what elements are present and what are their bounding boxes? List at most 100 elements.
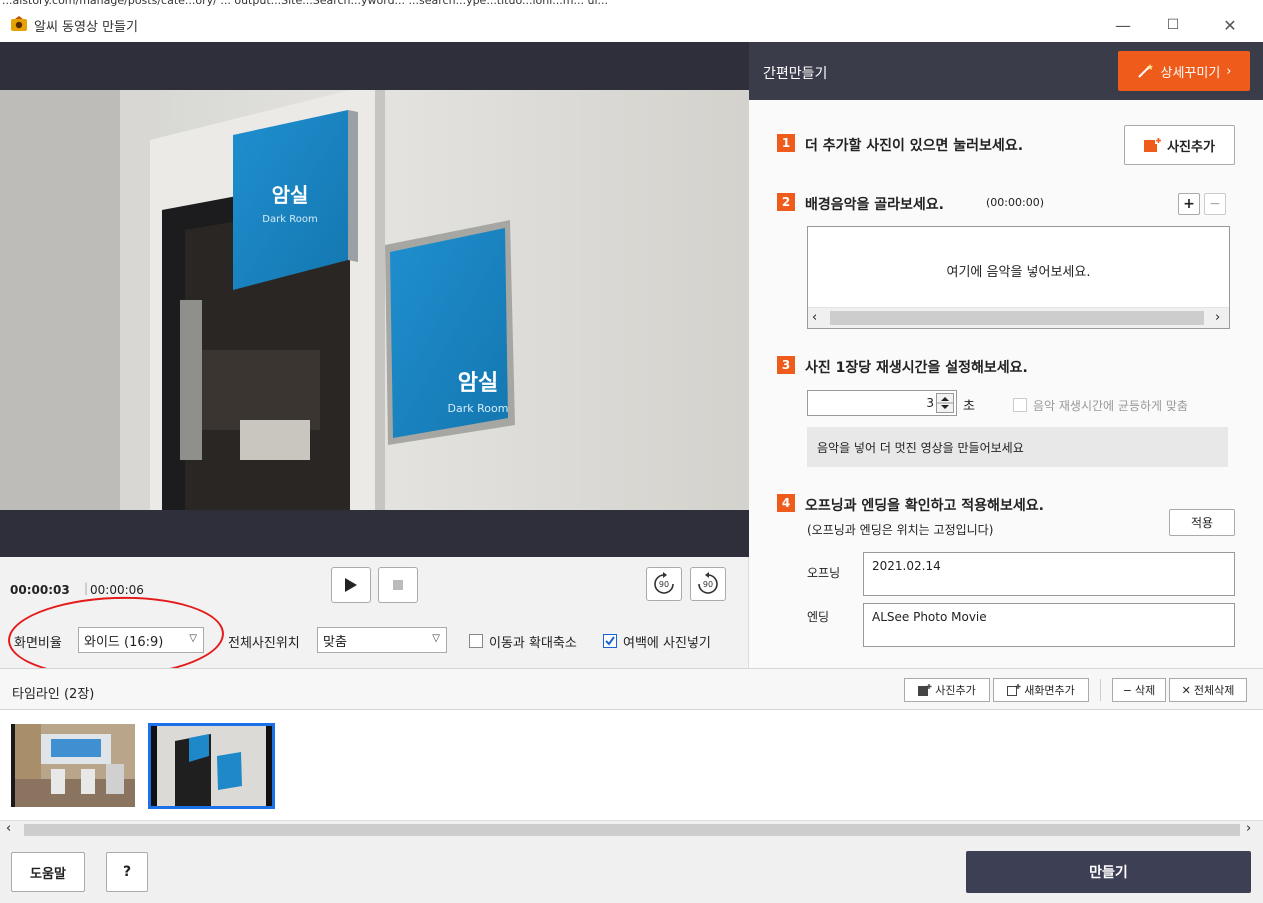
fit-music-checkbox[interactable] [1013,398,1027,415]
add-photo-button[interactable]: 사진추가 [1124,125,1235,165]
music-hint: 음악을 넣어 더 멋진 영상을 만들어보세요 [817,441,1024,455]
title-bar: 알씨 동영상 만들기 — ☐ ✕ [0,8,1263,42]
sign-title-1: 암실 [272,183,309,207]
add-screen-icon [1007,684,1021,696]
delete-button[interactable]: − 삭제 [1112,678,1166,702]
move-zoom-label: 이동과 확대축소 [489,636,577,651]
timeline-scrollbar[interactable]: ‹ › [0,820,1263,838]
make-button[interactable]: 만들기 [966,851,1251,893]
rotate-right-icon: 90 [654,572,674,594]
duration-input[interactable]: 3 [807,390,957,416]
scroll-right-icon[interactable]: › [1215,310,1220,325]
remove-music-button[interactable]: − [1204,193,1226,215]
opening-label: 오프닝 [807,566,841,580]
opening-value: 2021.02.14 [872,559,941,573]
preview-photo-illustration: 암실 Dark Room 암실 Dark Room [0,90,749,510]
timeline-toolbar: 타임라인 (2장) 사진추가 새화면추가 − 삭제 ✕ 전체삭제 [0,668,1263,710]
photo-position-select[interactable]: 맞춤 ▽ [317,627,447,653]
play-button[interactable] [331,567,371,603]
add-screen-button[interactable]: 새화면추가 [993,678,1089,702]
move-zoom-checkbox[interactable] [469,634,483,651]
scroll-left-icon[interactable]: ‹ [6,821,11,836]
url-strip: ...aistory.com/manage/posts/cate...ory/ … [2,0,609,7]
photo-position-label: 전체사진위치 [228,636,300,651]
bottom-bar: 도움말 ? 만들기 [0,838,1263,903]
sign-subtitle-1: Dark Room [262,214,317,225]
close-button[interactable]: ✕ [1210,12,1250,38]
preview-photo: 암실 Dark Room 암실 Dark Room [0,90,749,510]
minimize-button[interactable]: — [1103,12,1143,38]
duration-stepper[interactable] [936,393,954,413]
step1-number: 1 [777,134,795,152]
video-preview: 암실 Dark Room 암실 Dark Room [0,42,749,557]
rotate-left-icon: 90 [698,572,718,594]
fit-music-label: 음악 재생시간에 균등하게 맞춤 [1033,399,1188,413]
ending-label: 엔딩 [807,610,830,624]
easy-make-panel: 간편만들기 상세꾸미기 › 1 더 추가할 사진이 있으면 눌러보세요. 사진추… [749,42,1263,668]
window-title: 알씨 동영상 만들기 [34,20,138,35]
music-drop-area[interactable]: 여기에 음악을 넣어보세요. ‹ › [807,226,1230,329]
thumbnail-1-image [11,724,135,807]
scroll-left-icon[interactable]: ‹ [812,310,817,325]
magic-wand-icon [1138,64,1154,78]
ending-value: ALSee Photo Movie [872,610,987,624]
apply-button[interactable]: 적용 [1169,509,1235,536]
stop-button[interactable] [378,567,418,603]
timeline-thumbnail-1[interactable] [11,724,135,807]
chevron-right-icon: › [1226,63,1232,79]
panel-title: 간편만들기 [763,66,828,82]
chevron-down-icon: ▽ [432,633,440,644]
step4-subtitle: (오프닝과 엔딩은 위치는 고정입니다) [807,523,994,537]
detail-edit-button[interactable]: 상세꾸미기 › [1118,51,1250,91]
stepper-icon [937,397,953,409]
x-icon: ✕ [1181,683,1191,697]
add-photo-icon [1144,137,1163,152]
photo-position-value: 맞춤 [323,634,347,650]
margin-fill-label: 여백에 사진넣기 [623,636,711,651]
rotate-left-button[interactable]: 90 [690,567,726,601]
toolbar-divider [1100,679,1101,701]
detail-edit-label: 상세꾸미기 [1160,65,1221,81]
scroll-thumb[interactable] [24,824,1240,836]
step4-number: 4 [777,494,795,512]
music-hint-box: 음악을 넣어 더 멋진 영상을 만들어보세요 [807,427,1228,467]
sign-title-2: 암실 [458,371,498,396]
step2-number: 2 [777,193,795,211]
svg-text:90: 90 [703,580,713,589]
delete-all-button[interactable]: ✕ 전체삭제 [1169,678,1247,702]
add-music-button[interactable]: + [1178,193,1200,215]
checkmark-icon [605,636,615,646]
add-photo-icon [918,684,932,696]
help-button[interactable]: 도움말 [11,852,85,892]
thumbnail-2-image [151,726,272,806]
sign-subtitle-2: Dark Room [448,402,509,415]
step3-title: 사진 1장당 재생시간을 설정해보세요. [805,360,1028,376]
ending-input[interactable]: ALSee Photo Movie [863,603,1235,647]
timeline-add-photo-button[interactable]: 사진추가 [904,678,990,702]
music-scrollbar[interactable]: ‹ › [808,307,1229,328]
step2-title: 배경음악을 골라보세요. [805,197,944,213]
total-time: 00:00:06 [90,583,144,597]
current-time: 00:00:03 [10,583,70,597]
scroll-right-icon[interactable]: › [1246,821,1251,836]
rotate-right-button[interactable]: 90 [646,567,682,601]
panel-header: 간편만들기 상세꾸미기 › [749,42,1263,100]
minus-icon: − [1122,683,1132,697]
music-placeholder: 여기에 음악을 넣어보세요. [946,265,1091,280]
scroll-thumb[interactable] [830,311,1204,325]
step3-number: 3 [777,356,795,374]
timeline-thumbnail-2-selected[interactable] [148,723,275,809]
music-duration: (00:00:00) [986,196,1044,209]
duration-value: 3 [926,396,934,410]
margin-fill-checkbox[interactable] [603,634,617,651]
svg-text:90: 90 [659,580,669,589]
timeline-strip [0,710,1263,820]
time-separator: | [84,581,89,595]
play-icon [345,578,357,592]
timeline-label: 타임라인 (2장) [12,687,95,702]
step4-title: 오프닝과 엔딩을 확인하고 적용해보세요. [805,498,1044,514]
opening-input[interactable]: 2021.02.14 [863,552,1235,596]
seconds-unit: 초 [963,399,975,414]
maximize-button[interactable]: ☐ [1153,12,1193,38]
question-button[interactable]: ? [106,852,148,892]
